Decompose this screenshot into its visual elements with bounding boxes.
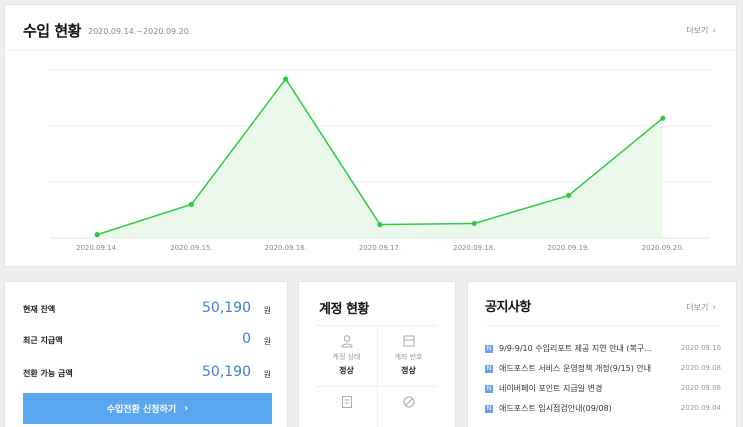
data-point: [188, 201, 195, 207]
balance-row-recent: 최근 지급액 0 원: [23, 331, 271, 351]
balance-card: 현재 잔액 50,190 원 최근 지급액 0 원 전환 가능 금액 50,19…: [4, 281, 288, 427]
notice-item[interactable]: N 네이버페이 포인트 지급일 변경 2020.09.08: [485, 383, 721, 397]
notice-item-date: 2020.09.08: [680, 364, 721, 372]
x-tick-label: 2020.09.18.: [453, 244, 495, 252]
data-point: [471, 220, 477, 227]
data-point: [94, 232, 100, 238]
x-tick-label: 2020.09.14.: [76, 244, 118, 252]
account-cell-status[interactable]: 계정 상태 정상: [316, 326, 377, 386]
x-tick-label: 2020.09.16.: [265, 244, 307, 252]
account-title: 계정 현황: [319, 302, 369, 317]
notice-item-title: 네이버페이 포인트 지급일 변경: [499, 384, 603, 393]
account-label: 계좌 번호: [394, 353, 423, 361]
account-cell-block[interactable]: [378, 387, 439, 427]
income-card: 수입 현황 2020.09.14.~2020.09.20. 더보기 › 2020.…: [4, 4, 737, 267]
notice-item-title: 애드포스트 임시점검안내(09/08): [499, 404, 612, 413]
account-cell-document[interactable]: [316, 387, 377, 427]
account-label: 계정 상태: [332, 353, 361, 361]
chevron-right-icon: ›: [184, 403, 189, 414]
x-tick-label: 2020.09.20.: [642, 244, 684, 252]
balance-row-convertible: 전환 가능 금액 50,190 원: [23, 364, 271, 384]
data-point: [377, 221, 383, 228]
balance-label: 전환 가능 금액: [23, 369, 73, 378]
balance-unit: 원: [263, 370, 271, 379]
notice-item[interactable]: N 애드포스트 임시점검안내(09/08) 2020.09.04: [485, 403, 721, 417]
notice-item-date: 2020.09.10: [680, 344, 721, 352]
notice-item-title: 9/9-9/10 수입리포트 제공 지연 안내 (복구...: [499, 344, 652, 353]
user-icon: [340, 335, 353, 348]
balance-unit: 원: [263, 337, 271, 346]
notice-title: 공지사항: [485, 300, 531, 315]
x-tick-label: 2020.09.19.: [547, 244, 589, 252]
balance-value: 50,190: [202, 300, 251, 316]
data-point: [565, 192, 572, 199]
data-point: [283, 76, 289, 82]
notice-badge-icon: N: [485, 345, 493, 353]
more-label: 더보기: [686, 303, 709, 312]
x-tick-label: 2020.09.15.: [170, 244, 212, 252]
chevron-right-icon: ›: [712, 303, 716, 313]
balance-row-current: 현재 잔액 50,190 원: [23, 300, 271, 320]
notice-badge-icon: N: [485, 385, 493, 393]
notice-card: 공지사항 더보기 › N 9/9-9/10 수입리포트 제공 지연 안내 (복구.…: [467, 281, 737, 427]
notice-item-date: 2020.09.08: [680, 384, 721, 392]
data-point: [660, 115, 666, 121]
notice-badge-icon: N: [485, 365, 493, 373]
x-tick-label: 2020.09.17.: [359, 244, 401, 252]
notice-item-title: 애드포스트 서비스 운영정책 개정(9/15) 안내: [499, 364, 652, 373]
notice-item[interactable]: N 애드포스트 서비스 운영정책 개정(9/15) 안내 2020.09.08: [485, 363, 721, 377]
document-icon: [341, 396, 352, 408]
account-cell-bank[interactable]: 계좌 번호 정상: [378, 326, 439, 386]
bank-card-icon: [403, 335, 414, 347]
notice-more-link[interactable]: 더보기 ›: [686, 302, 716, 313]
balance-label: 최근 지급액: [23, 336, 63, 345]
account-value: 정상: [401, 366, 416, 375]
account-value: 정상: [339, 366, 354, 375]
income-chart: 2020.09.14. 2020.09.15. 2020.09.16. 2020.09…: [50, 69, 710, 252]
balance-label: 현재 잔액: [23, 305, 56, 314]
balance-value: 0: [242, 331, 251, 347]
series-area: [97, 78, 663, 239]
notice-badge-icon: N: [485, 405, 493, 413]
block-icon: [403, 396, 414, 408]
convert-income-button[interactable]: 수입전환 신청하기 ›: [23, 393, 272, 424]
account-card: 계정 현황 계정 상태 정상 계좌 번호 정상: [298, 281, 456, 427]
notice-divider: [485, 325, 719, 326]
notice-item-date: 2020.09.04: [680, 404, 721, 412]
notice-item[interactable]: N 9/9-9/10 수입리포트 제공 지연 안내 (복구... 2020.09…: [485, 343, 721, 357]
convert-button-label: 수입전환 신청하기: [106, 405, 177, 415]
balance-value: 50,190: [202, 364, 251, 380]
balance-unit: 원: [263, 306, 271, 315]
